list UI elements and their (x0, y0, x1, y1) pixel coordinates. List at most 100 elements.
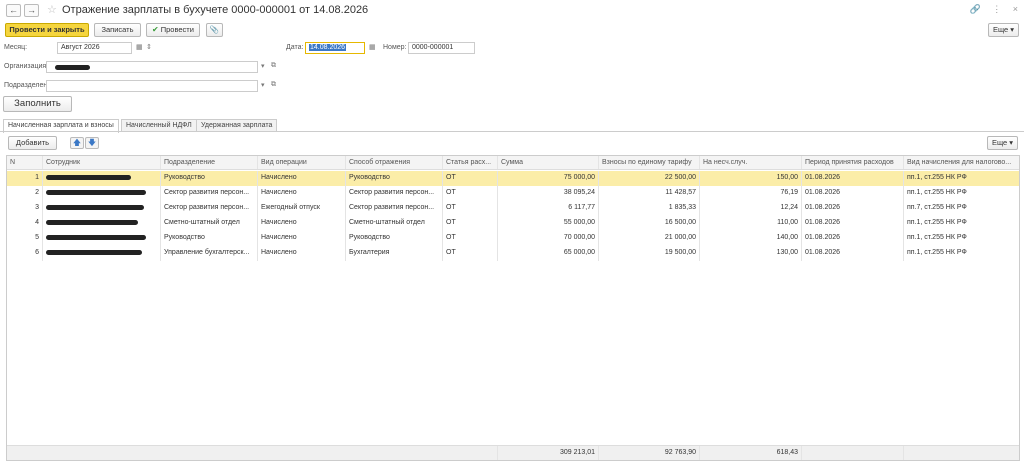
tax-accrual-cell: пп.1, ст.255 НК РФ (907, 249, 967, 256)
col-n[interactable]: N (7, 156, 43, 169)
total-accident: 618,43 (700, 446, 802, 460)
col-contributions[interactable]: Взносы по единому тарифу (599, 156, 700, 169)
post-button[interactable]: ✔ Провести (146, 23, 200, 37)
col-method[interactable]: Способ отражения (346, 156, 443, 169)
tax-accrual-cell: пп.1, ст.255 НК РФ (907, 174, 967, 181)
fill-button[interactable]: Заполнить (3, 96, 72, 112)
operation-cell: Начислено (258, 186, 346, 201)
attach-button[interactable]: 📎 (206, 23, 223, 37)
method-cell: Руководство (346, 171, 443, 186)
tax-accrual-cell: пп.1, ст.255 НК РФ (907, 219, 967, 226)
sum-cell: 75 000,00 (498, 171, 599, 186)
table-row[interactable]: 4 Сметно-штатный отдел Начислено Сметно-… (7, 216, 1019, 231)
expense-item-cell: ОТ (443, 246, 498, 261)
contributions-cell: 22 500,00 (599, 171, 700, 186)
date-label: Дата: (286, 44, 304, 51)
post-and-close-button[interactable]: Провести и закрыть (5, 23, 89, 37)
organization-label: Организация: (4, 63, 49, 70)
date-calendar-icon[interactable]: ▦ (369, 43, 376, 51)
accident-cell: 150,00 (700, 171, 802, 186)
save-button[interactable]: Записать (94, 23, 141, 37)
footer-spacer (802, 446, 904, 460)
col-employee[interactable]: Сотрудник (43, 156, 161, 169)
row-number: 5 (7, 231, 43, 246)
link-icon[interactable]: 🔗 (969, 4, 980, 14)
calendar-icon[interactable]: ▦ (136, 43, 143, 51)
department-open-icon[interactable]: ⧉ (271, 81, 276, 89)
contributions-cell: 21 000,00 (599, 231, 700, 246)
accident-cell: 130,00 (700, 246, 802, 261)
period-cell: 01.08.2026 (802, 186, 904, 201)
department-dropdown-icon[interactable]: ▾ (261, 81, 265, 89)
col-tax-accrual[interactable]: Вид начисления для налогово... (904, 156, 1019, 169)
table-row[interactable]: 5 Руководство Начислено Руководство ОТ 7… (7, 231, 1019, 246)
more-icon[interactable]: ⋮ (992, 4, 1001, 14)
period-cell: 01.08.2026 (802, 246, 904, 261)
add-button[interactable]: Добавить (8, 136, 57, 150)
col-accident[interactable]: На несч.случ. (700, 156, 802, 169)
contributions-cell: 1 835,33 (599, 201, 700, 216)
employee-cell (43, 171, 161, 186)
department-field[interactable] (46, 80, 258, 92)
department-cell: Сметно-штатный отдел (161, 216, 258, 231)
department-cell: Руководство (161, 231, 258, 246)
window-controls: 🔗 ⋮ × (960, 4, 1018, 15)
method-cell: Сектор развития персон... (346, 186, 443, 201)
forward-button[interactable]: → (24, 4, 39, 17)
organization-dropdown-icon[interactable]: ▾ (261, 62, 265, 70)
tab-divider (0, 131, 1024, 132)
sum-cell: 38 095,24 (498, 186, 599, 201)
organization-field[interactable] (46, 61, 258, 73)
table-row[interactable]: 2 Сектор развития персон... Начислено Се… (7, 186, 1019, 201)
row-number: 3 (7, 201, 43, 216)
redacted-employee (46, 205, 144, 210)
table-row[interactable]: 6 Управление бухгалтерск... Начислено Бу… (7, 246, 1019, 261)
post-icon: ✔ (152, 25, 159, 34)
expense-item-cell: ОТ (443, 201, 498, 216)
total-contributions: 92 763,90 (599, 446, 700, 460)
contributions-cell: 19 500,00 (599, 246, 700, 261)
contributions-cell: 16 500,00 (599, 216, 700, 231)
col-sum[interactable]: Сумма (498, 156, 599, 169)
redacted-employee (46, 220, 138, 225)
row-number: 2 (7, 186, 43, 201)
table-row[interactable]: 3 Сектор развития персон... Ежегодный от… (7, 201, 1019, 216)
employee-cell (43, 246, 161, 261)
period-cell: 01.08.2026 (802, 171, 904, 186)
department-cell: Руководство (161, 171, 258, 186)
sum-cell: 65 000,00 (498, 246, 599, 261)
accident-cell: 110,00 (700, 216, 802, 231)
paperclip-icon: 📎 (209, 25, 220, 34)
table-more-label: Еще (991, 138, 1008, 147)
accident-cell: 76,19 (700, 186, 802, 201)
expense-item-cell: ОТ (443, 216, 498, 231)
table-more-button[interactable]: Еще ▾ (987, 136, 1018, 150)
table-row[interactable]: 1 Руководство Начислено Руководство ОТ 7… (7, 171, 1019, 186)
accident-cell: 140,00 (700, 231, 802, 246)
number-field[interactable]: 0000-000001 (408, 42, 475, 54)
organization-open-icon[interactable]: ⧉ (271, 62, 276, 70)
month-field[interactable]: Август 2026 (57, 42, 132, 54)
more-button[interactable]: Еще ▾ (988, 23, 1019, 37)
redacted-employee (46, 235, 146, 240)
expense-item-cell: ОТ (443, 231, 498, 246)
move-down-icon[interactable]: 🡇 (85, 137, 99, 149)
date-value: 14.08.2026 (309, 44, 347, 51)
back-button[interactable]: ← (6, 4, 21, 17)
col-expense-item[interactable]: Статья расх... (443, 156, 498, 169)
row-number: 1 (7, 171, 43, 186)
close-icon[interactable]: × (1013, 4, 1018, 14)
more-button-label: Еще (992, 25, 1009, 34)
method-cell: Сметно-штатный отдел (346, 216, 443, 231)
move-up-icon[interactable]: 🡅 (70, 137, 84, 149)
operation-cell: Ежегодный отпуск (258, 201, 346, 216)
table-chevron-down-icon: ▾ (1009, 138, 1014, 147)
col-expense-period[interactable]: Период принятия расходов (802, 156, 904, 169)
date-field[interactable]: 14.08.2026 (305, 42, 365, 54)
col-department[interactable]: Подразделение (161, 156, 258, 169)
row-number: 6 (7, 246, 43, 261)
month-stepper-icon[interactable]: ⇕ (146, 43, 152, 51)
favorite-star-icon[interactable]: ☆ (47, 3, 57, 16)
col-operation[interactable]: Вид операции (258, 156, 346, 169)
department-cell: Управление бухгалтерск... (161, 246, 258, 261)
